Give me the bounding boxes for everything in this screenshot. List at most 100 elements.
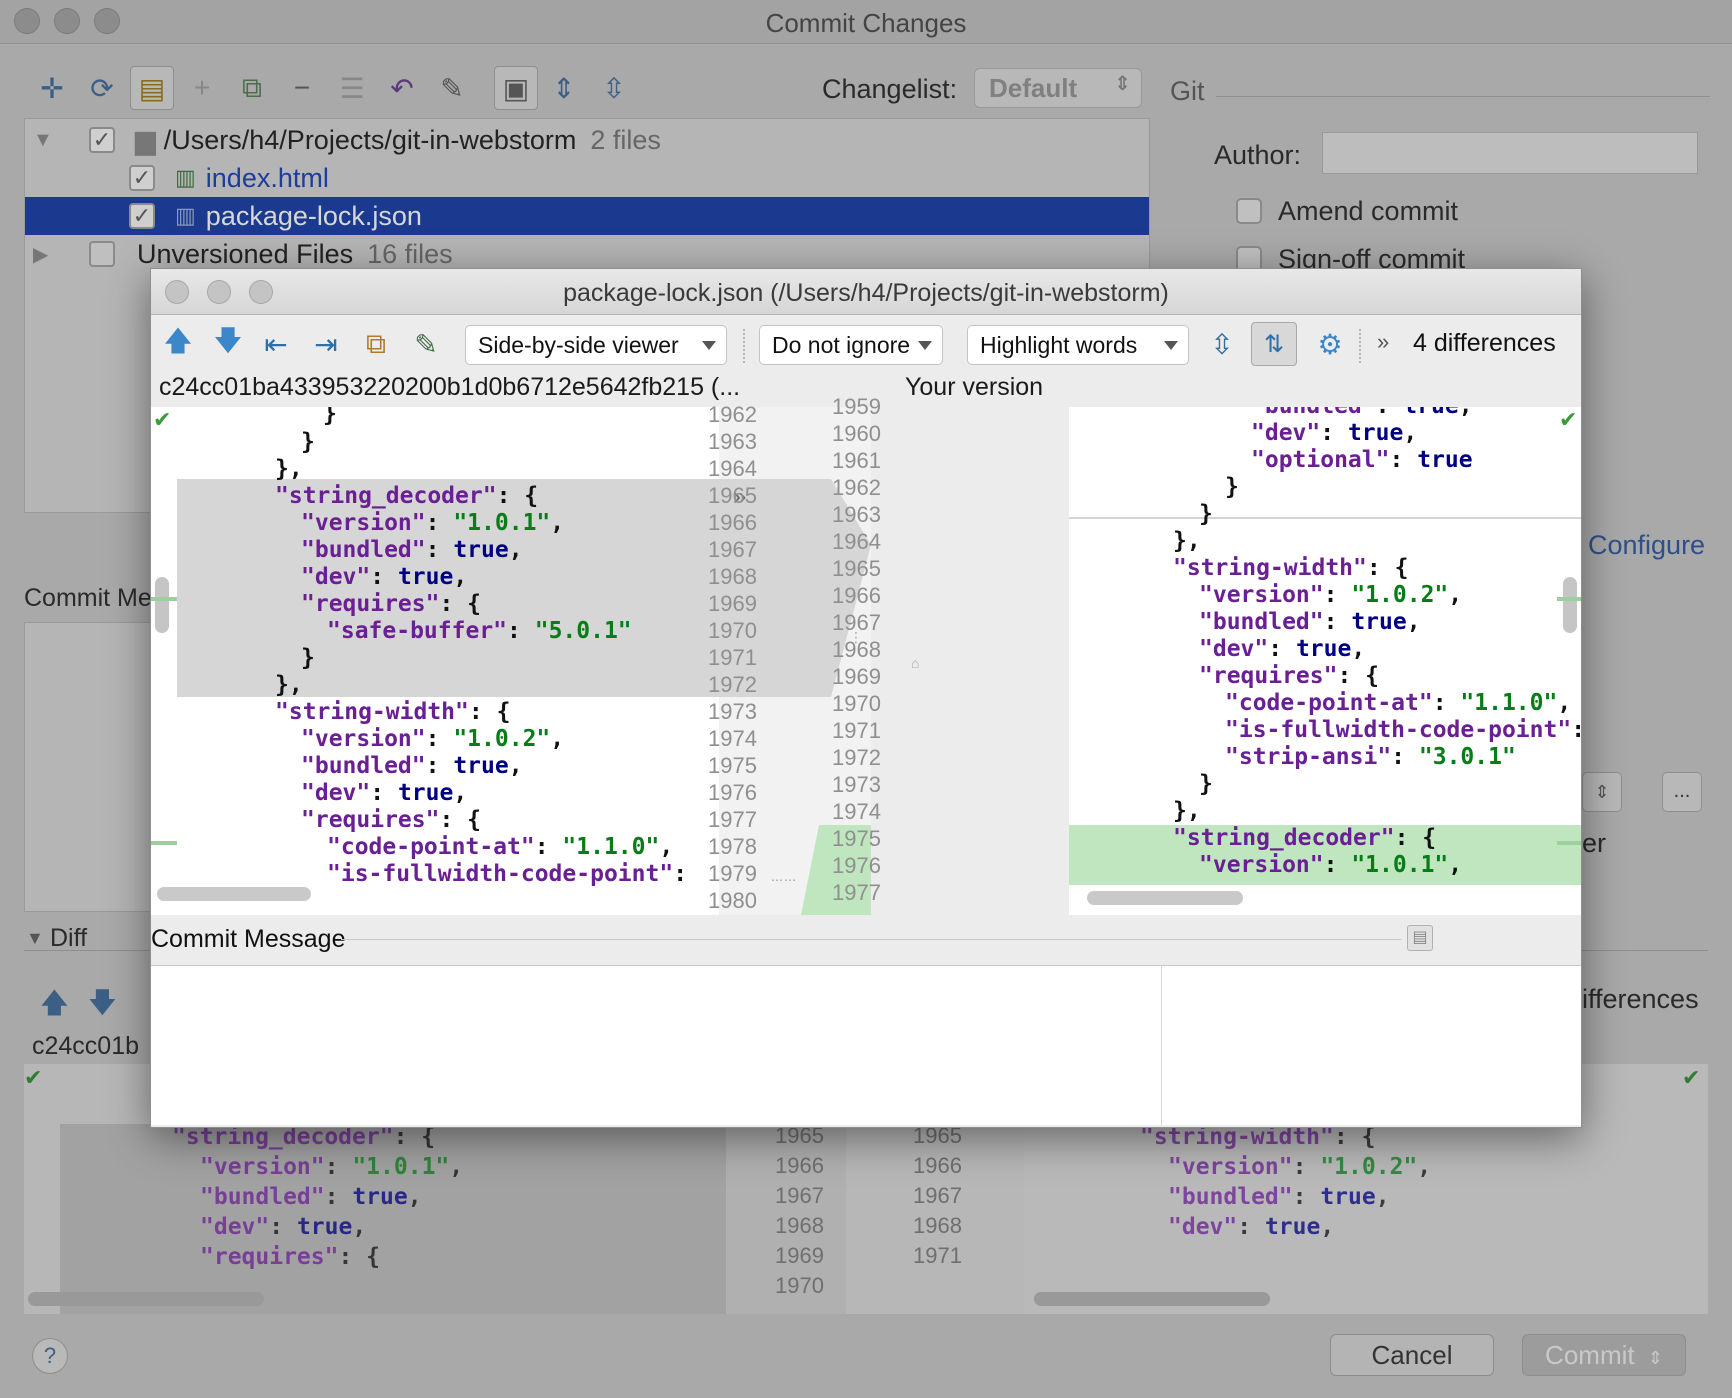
right-editor-pane[interactable]: ✔ "bundled": true, "dev": true, "optiona… [1069, 407, 1581, 915]
commit-message-label: Commit Me [24, 584, 152, 612]
line-number: 1975 [708, 753, 757, 778]
unversioned-checkbox[interactable] [89, 241, 115, 267]
code-line: "dev": true, [1199, 636, 1366, 662]
expand-all-icon[interactable]: ⇕ [544, 68, 584, 108]
remove-icon[interactable]: − [282, 68, 322, 108]
gear-icon[interactable]: ⚙ [1311, 325, 1349, 363]
line-number: 1969 [708, 591, 757, 616]
collapse-arrow-icon[interactable]: ▼ [26, 928, 44, 949]
message-history-icon[interactable]: ▤ [1407, 925, 1433, 951]
preview-diff-icon[interactable]: ▣ [494, 66, 538, 110]
changelist-dropdown[interactable]: Default ⇕ [974, 68, 1142, 108]
bg-deleted-block [60, 1124, 736, 1314]
code-line: "bundled": true, [301, 537, 523, 563]
line-number: 1976 [832, 853, 881, 878]
bg-hscroll-left[interactable] [28, 1292, 264, 1306]
compare-icon[interactable]: ⧉ [357, 325, 395, 363]
line-number: 1966 [832, 583, 881, 608]
line-number: 1979 [708, 861, 757, 886]
author-input[interactable] [1322, 132, 1698, 174]
line-number: 1974 [708, 726, 757, 751]
tree-row-index-html[interactable]: ✓ ▥ index.html [25, 159, 1149, 197]
code-line: "optional": true [1251, 447, 1473, 473]
collapse-all-icon[interactable]: ⇳ [594, 68, 634, 108]
edit-source-icon[interactable]: ✎ [432, 68, 472, 108]
horizontal-scrollbar-thumb[interactable] [157, 887, 311, 901]
highlight-value: Highlight words [980, 332, 1138, 358]
viewer-mode-select[interactable]: Side-by-side viewer [465, 325, 727, 365]
code-line: } [301, 645, 315, 671]
tree-row-root[interactable]: ▼ ✓ ▆ /Users/h4/Projects/git-in-webstorm… [25, 121, 1149, 159]
line-number: 1967 [832, 610, 881, 635]
show-diff-icon[interactable]: ▤ [130, 66, 174, 110]
line-number: 1963 [832, 502, 881, 527]
commit-button[interactable]: Commit ⇕ [1522, 1334, 1686, 1376]
dialog-titlebar: package-lock.json (/Users/h4/Projects/gi… [151, 269, 1581, 315]
line-number: 1965 [832, 556, 881, 581]
code-line: "version": "1.0.2", [1199, 582, 1463, 608]
next-file-icon[interactable]: ⇥ [307, 325, 345, 363]
amend-checkbox[interactable] [1236, 198, 1262, 224]
refresh-icon[interactable]: ⟳ [82, 68, 122, 108]
ignore-whitespace-select[interactable]: Do not ignore [759, 325, 943, 365]
bg-code-line: "version": "1.0.2", [1168, 1154, 1432, 1180]
edit-source-icon[interactable]: ✎ [407, 325, 445, 363]
diff-section-label: Diff [50, 924, 88, 952]
move-to-changelist-icon[interactable]: ⧉ [232, 68, 272, 108]
arrow-down-icon[interactable]: 🡇 [88, 982, 117, 1030]
line-number: 1967 [708, 537, 757, 562]
bg-hscroll-right[interactable] [1034, 1292, 1270, 1306]
commit-button-label: Commit [1545, 1340, 1635, 1370]
line-number: 1959 [832, 394, 881, 419]
add-icon[interactable]: + [182, 68, 222, 108]
vcs-label: Git [1170, 76, 1205, 106]
next-difference-icon[interactable]: 🡇 [209, 325, 247, 363]
vertical-scrollbar-thumb[interactable] [155, 577, 169, 633]
fold-icon[interactable]: ⌂ [911, 655, 927, 671]
arrow-up-icon[interactable]: 🡅 [40, 982, 69, 1030]
file-checkbox[interactable]: ✓ [129, 203, 155, 229]
code-line: "bundled": true, [1251, 407, 1473, 420]
line-number: 1968 [913, 1213, 962, 1238]
configure-link[interactable]: Configure [1588, 530, 1705, 561]
group-by-icon[interactable]: ☰ [332, 68, 372, 108]
browse-button[interactable]: ... [1662, 772, 1702, 812]
cancel-button[interactable]: Cancel [1330, 1334, 1494, 1376]
line-number: 1967 [913, 1183, 962, 1208]
left-editor-pane[interactable]: ✔ } } }, "string_decoder": { "version": … [151, 407, 719, 915]
tree-row-package-lock[interactable]: ✓ ▥ package-lock.json [25, 197, 1149, 235]
line-number: 1974 [832, 799, 881, 824]
code-line: "string_decoder": { [275, 483, 539, 509]
previous-file-icon[interactable]: ⇤ [257, 325, 295, 363]
bg-code-line: "string-width": { [1140, 1124, 1376, 1150]
expand-arrow-icon[interactable]: ▼ [33, 129, 73, 152]
splitter-handle[interactable]: ⋯⋯ [771, 873, 797, 887]
code-line: "requires": { [1199, 663, 1380, 689]
code-line: "string-width": { [1173, 555, 1409, 581]
highlighting-select[interactable]: Highlight words [967, 325, 1189, 365]
vertical-scrollbar-thumb[interactable] [1563, 577, 1577, 633]
change-marker [151, 597, 177, 601]
synchronize-scrolling-icon[interactable]: ⇅ [1251, 322, 1297, 366]
code-line: "version": "1.0.1", [1199, 852, 1463, 878]
commit-message-input[interactable] [151, 965, 1581, 1126]
expand-arrow-icon[interactable]: ▶ [33, 242, 73, 267]
file-checkbox[interactable]: ✓ [129, 165, 155, 191]
root-checkbox[interactable]: ✓ [89, 127, 115, 153]
commit-message-area[interactable] [24, 622, 154, 912]
line-number: 1972 [708, 672, 757, 697]
window-titlebar: Commit Changes [0, 0, 1732, 44]
previous-difference-icon[interactable]: 🡅 [159, 325, 197, 363]
horizontal-scrollbar-thumb[interactable] [1087, 891, 1243, 905]
html-file-icon: ▥ [175, 165, 196, 190]
expand-icon[interactable]: ✛ [32, 68, 72, 108]
more-actions-icon[interactable]: » [1377, 329, 1389, 355]
collapse-unchanged-icon[interactable]: ⇳ [1203, 325, 1241, 363]
line-number: 1972 [832, 745, 881, 770]
code-line: "dev": true, [1251, 420, 1418, 446]
code-line: } [1199, 771, 1213, 797]
help-button[interactable]: ? [32, 1338, 68, 1374]
chevron-updown-icon[interactable]: ⇕ [1582, 772, 1622, 812]
amend-label: Amend commit [1278, 196, 1459, 226]
rollback-icon[interactable]: ↶ [382, 68, 422, 108]
